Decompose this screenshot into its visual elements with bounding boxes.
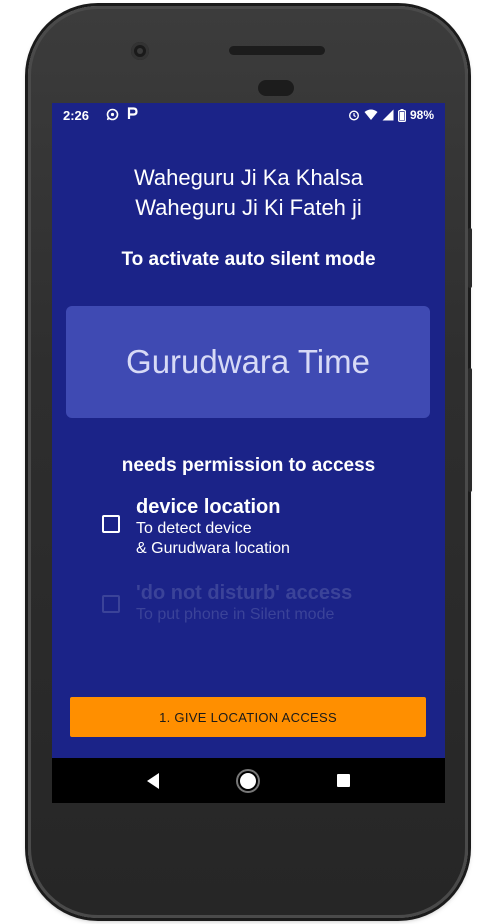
signal-icon (382, 109, 394, 121)
proximity-sensor (258, 80, 294, 96)
location-desc-line-2: & Gurudwara location (136, 540, 290, 557)
app-screen: 2:26 98% Waheguru Ji Ka Khalsa Waheguru … (52, 103, 445, 803)
whatsapp-icon (106, 108, 119, 124)
greeting-line-1: Waheguru Ji Ka Khalsa (133, 165, 364, 190)
give-location-access-button[interactable]: 1. GIVE LOCATION ACCESS (70, 697, 426, 737)
navigation-bar (52, 758, 445, 803)
wifi-icon (364, 109, 378, 121)
earpiece-speaker (229, 46, 325, 55)
front-camera (131, 42, 149, 60)
brand-title-box: Gurudwara Time (66, 306, 430, 418)
greeting-line-2: Waheguru Ji Ki Fateh ji (135, 195, 362, 220)
permissions-title: needs permission to access (121, 455, 376, 476)
status-bar: 2:26 98% (52, 103, 445, 127)
location-desc-line-1: To detect device (136, 520, 252, 537)
subtitle: To activate auto silent mode (121, 249, 376, 270)
location-label: device location (136, 496, 281, 518)
permission-location[interactable]: device location To detect device & Gurud… (102, 495, 290, 559)
volume-button (468, 368, 472, 492)
status-icons: 98% (348, 108, 434, 122)
location-checkbox[interactable] (102, 515, 120, 533)
alarm-icon (348, 109, 360, 121)
permission-dnd: 'do not disturb' access To put phone in … (102, 581, 352, 625)
dnd-desc: To put phone in Silent mode (136, 606, 335, 623)
recents-icon[interactable] (336, 774, 350, 787)
dnd-label: 'do not disturb' access (136, 582, 353, 604)
p-icon (127, 107, 138, 123)
status-time: 2:26 (63, 108, 90, 123)
greeting: Waheguru Ji Ka Khalsa Waheguru Ji Ki Fat… (52, 163, 445, 223)
power-button (468, 228, 472, 288)
battery-icon (397, 108, 406, 122)
dnd-checkbox (102, 595, 120, 613)
battery-percent: 98% (409, 108, 434, 122)
home-icon[interactable] (239, 772, 256, 789)
back-icon[interactable] (147, 772, 160, 789)
brand-title: Gurudwara Time (126, 343, 370, 380)
